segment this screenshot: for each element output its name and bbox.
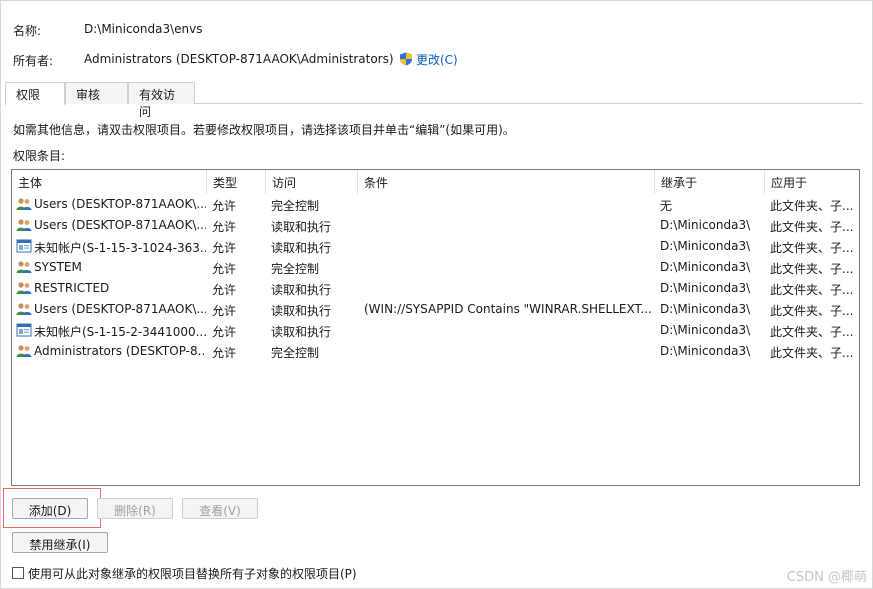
cell-type: 允许 [212, 220, 237, 234]
replace-child-permissions-label: 使用可从此对象继承的权限项目替换所有子对象的权限项目(P) [28, 567, 357, 581]
table-row[interactable]: Users (DESKTOP-871AAOK\... 允许 读取和执行 (WIN://… [12, 299, 859, 320]
cell-type: 允许 [212, 346, 237, 360]
change-owner-link[interactable]: 更改(C) [399, 51, 458, 68]
users-group-icon [16, 302, 32, 316]
column-header-type[interactable]: 类型 [207, 170, 266, 194]
cell-condition [364, 194, 654, 215]
remove-button[interactable]: 删除(R) [97, 498, 173, 519]
cell-type: 允许 [212, 241, 237, 255]
cell-condition [364, 215, 654, 236]
column-header-applies-to[interactable]: 应用于 [765, 170, 859, 194]
cell-type: 允许 [212, 283, 237, 297]
users-group-icon [16, 218, 32, 232]
disable-inheritance-button[interactable]: 禁用继承(I) [12, 532, 108, 553]
cell-principal: 未知帐户(S-1-15-3-1024-363... [34, 241, 206, 255]
users-group-icon [16, 260, 32, 274]
cell-principal: SYSTEM [34, 260, 82, 274]
owner-label: 所有者: [13, 54, 54, 68]
table-row[interactable]: Administrators (DESKTOP-8... 允许 完全控制 D:\Min… [12, 341, 859, 362]
cell-principal: RESTRICTED [34, 281, 110, 295]
cell-condition [364, 341, 654, 362]
cell-condition [364, 257, 654, 278]
cell-applies-to: 此文件夹、子... [770, 325, 854, 339]
cell-access: 完全控制 [271, 346, 320, 360]
instructions-text: 如需其他信息，请双击权限项目。若要修改权限项目，请选择该项目并单击“编辑”(如果… [13, 123, 515, 137]
cell-condition [364, 278, 654, 299]
cell-condition [364, 320, 654, 341]
cell-access: 读取和执行 [271, 283, 332, 297]
cell-applies-to: 此文件夹、子... [770, 220, 854, 234]
add-button[interactable]: 添加(D) [12, 498, 88, 519]
cell-type: 允许 [212, 199, 237, 213]
view-button[interactable]: 查看(V) [182, 498, 258, 519]
table-row[interactable]: Users (DESKTOP-871AAOK\... 允许 读取和执行 D:\Mini… [12, 215, 859, 236]
cell-principal: Users (DESKTOP-871AAOK\... [34, 302, 206, 316]
list-rows: Users (DESKTOP-871AAOK\... 允许 完全控制无此文件夹、子.… [12, 194, 859, 362]
cell-applies-to: 此文件夹、子... [770, 304, 854, 318]
cell-condition [364, 236, 654, 257]
watermark: CSDN @椰萌 [786, 570, 867, 585]
table-row[interactable]: 未知帐户(S-1-15-3-1024-363... 允许 读取和执行 D:\Minic… [12, 236, 859, 257]
cell-inherited-from: D:\Miniconda3\ [660, 239, 751, 253]
permission-entries-list[interactable]: 主体 类型 访问 条件 继承于 应用于 Users (DESKTOP-871AA… [11, 169, 860, 486]
users-group-icon [16, 344, 32, 358]
table-row[interactable]: 未知帐户(S-1-15-2-3441000... 允许 读取和执行 D:\Minico… [12, 320, 859, 341]
tab-permissions[interactable]: 权限 [5, 82, 65, 105]
cell-inherited-from: D:\Miniconda3\ [660, 302, 751, 316]
cell-type: 允许 [212, 304, 237, 318]
cell-principal: Administrators (DESKTOP-8... [34, 344, 206, 358]
cell-access: 读取和执行 [271, 304, 332, 318]
cell-access: 完全控制 [271, 199, 320, 213]
replace-child-permissions-checkbox[interactable] [12, 567, 24, 579]
tab-permissions-label: 权限 [16, 88, 41, 102]
tab-auditing-label: 审核 [76, 88, 101, 102]
unknown-account-icon [16, 239, 32, 253]
cell-applies-to: 此文件夹、子... [770, 346, 854, 360]
cell-condition: (WIN://SYSAPPID Contains "WINRAR.SHELLEX… [364, 302, 652, 316]
cell-applies-to: 此文件夹、子... [770, 199, 854, 213]
list-header: 主体 类型 访问 条件 继承于 应用于 [12, 170, 859, 194]
column-header-principal[interactable]: 主体 [12, 170, 207, 194]
cell-type: 允许 [212, 262, 237, 276]
permission-entries-label: 权限条目: [13, 149, 66, 163]
cell-principal: Users (DESKTOP-871AAOK\... [34, 197, 206, 211]
object-name-value: D:\Miniconda3\envs [84, 22, 203, 36]
column-header-inherited-from[interactable]: 继承于 [655, 170, 765, 194]
cell-inherited-from: D:\Miniconda3\ [660, 260, 751, 274]
cell-inherited-from: D:\Miniconda3\ [660, 218, 751, 232]
cell-applies-to: 此文件夹、子... [770, 283, 854, 297]
table-row[interactable]: RESTRICTED 允许 读取和执行 D:\Miniconda3\ 此文件夹、子... [12, 278, 859, 299]
name-label: 名称: [13, 24, 42, 38]
cell-access: 读取和执行 [271, 220, 332, 234]
table-row[interactable]: Users (DESKTOP-871AAOK\... 允许 完全控制 无 此文件夹、子.… [12, 194, 859, 215]
users-group-icon [16, 281, 32, 295]
tab-strip: 权限 审核 有效访问 [5, 82, 863, 119]
cell-inherited-from: D:\Miniconda3\ [660, 281, 751, 295]
cell-access: 读取和执行 [271, 241, 332, 255]
cell-applies-to: 此文件夹、子... [770, 262, 854, 276]
cell-inherited-from: D:\Miniconda3\ [660, 344, 751, 358]
change-owner-link-label[interactable]: 更改(C) [416, 53, 458, 67]
uac-shield-icon [400, 52, 412, 66]
cell-type: 允许 [212, 325, 237, 339]
cell-access: 读取和执行 [271, 325, 332, 339]
cell-principal: 未知帐户(S-1-15-2-3441000... [34, 325, 206, 339]
cell-applies-to: 此文件夹、子... [770, 241, 854, 255]
users-group-icon [16, 197, 32, 211]
unknown-account-icon [16, 323, 32, 337]
cell-inherited-from: 无 [660, 199, 673, 213]
tab-effective-access[interactable]: 有效访问 [128, 82, 195, 119]
table-row[interactable]: SYSTEM 允许 完全控制 D:\Miniconda3\ 此文件夹、子... [12, 257, 859, 278]
cell-principal: Users (DESKTOP-871AAOK\... [34, 218, 206, 232]
owner-value: Administrators (DESKTOP-871AAOK\Administ… [84, 52, 394, 66]
column-header-condition[interactable]: 条件 [358, 170, 655, 194]
cell-access: 完全控制 [271, 262, 320, 276]
cell-inherited-from: D:\Miniconda3\ [660, 323, 751, 337]
column-header-access[interactable]: 访问 [266, 170, 358, 194]
tab-auditing[interactable]: 审核 [65, 82, 128, 104]
